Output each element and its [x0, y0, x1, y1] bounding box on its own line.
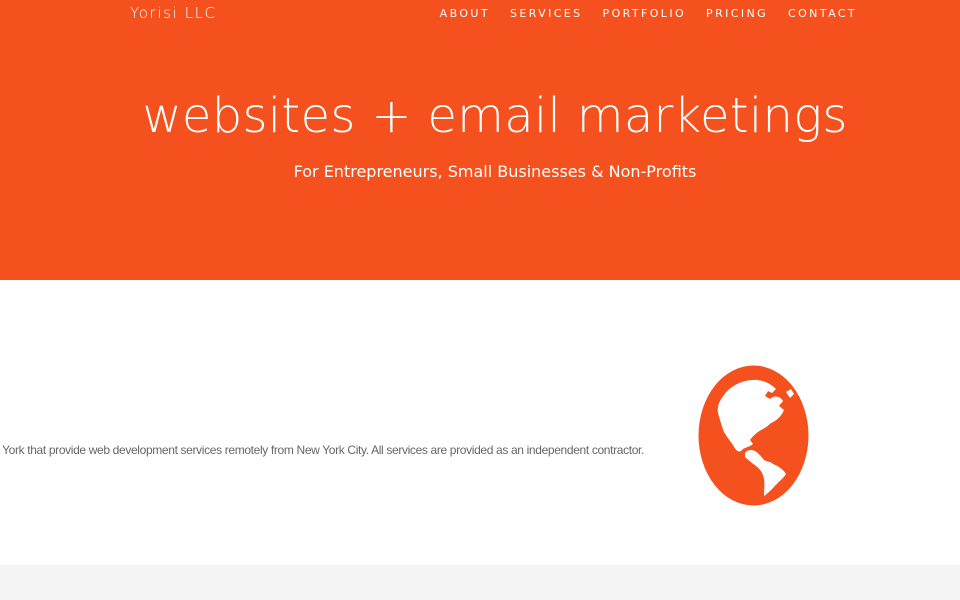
- nav-item-services[interactable]: SERVICES: [510, 7, 583, 20]
- hero-title: websites + email marketings: [142, 88, 848, 144]
- nav-item-contact[interactable]: CONTACT: [788, 7, 857, 20]
- brand-logo-link[interactable]: Yorisi LLC: [130, 4, 217, 22]
- about-section: gal entity formed in New York that provi…: [0, 280, 960, 565]
- globe-icon: [698, 365, 809, 506]
- nav-item-about[interactable]: ABOUT: [440, 7, 490, 20]
- nav-item-portfolio[interactable]: PORTFOLIO: [603, 7, 686, 20]
- footer-band: [0, 565, 960, 600]
- main-nav: ABOUT SERVICES PORTFOLIO PRICING CONTACT: [440, 7, 857, 20]
- hero-subtitle: For Entrepreneurs, Small Businesses & No…: [293, 162, 697, 181]
- about-description: gal entity formed in New York that provi…: [0, 443, 644, 457]
- nav-item-pricing[interactable]: PRICING: [706, 7, 768, 20]
- hero-banner: Yorisi LLC ABOUT SERVICES PORTFOLIO PRIC…: [0, 0, 960, 280]
